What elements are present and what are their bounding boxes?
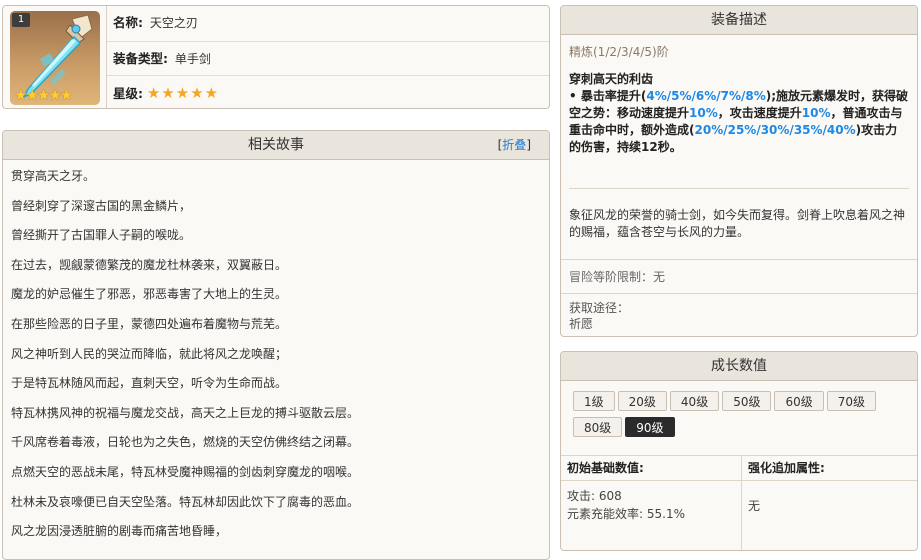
growth-header: 成长数值: [561, 352, 917, 381]
base-stats-header: 初始基础数值:: [561, 456, 741, 481]
story-line: 千风席卷着毒液，日轮也为之失色，燃烧的天空仿佛终结之闭幕。: [11, 435, 360, 450]
base-stats-body: 攻击: 608 元素充能效率: 55.1%: [561, 481, 741, 529]
story-title: 相关故事: [248, 137, 304, 153]
type-label: 装备类型:: [113, 51, 168, 66]
star-icon: ★: [204, 84, 220, 102]
level-button[interactable]: 50级: [722, 391, 772, 411]
star-rating: ★★★★★: [147, 84, 219, 102]
growth-title: 成长数值: [711, 358, 767, 374]
rarity-label: 星级:: [113, 86, 143, 101]
story-line: 贯穿高天之牙。: [11, 169, 96, 183]
star-icon: ★: [175, 84, 191, 102]
story-line: 于是特瓦林随风而起，直刺天空，听令为生命而战。: [11, 376, 288, 391]
story-line: 在过去，觊觎蒙德繁茂的魔龙杜林袭来，双翼蔽日。: [11, 257, 288, 272]
story-line: 在那些险恶的日子里，蒙德四处遍布着魔物与荒芜。: [11, 316, 288, 331]
refinement-label: 精炼(1/2/3/4/5)阶: [569, 45, 669, 59]
image-stars: ★★★★★: [14, 86, 73, 104]
weapon-info-panel: 1 ★★★★★ 名称: 天空之刃 装备类型: 单手剑 星级: ★★★★★: [2, 5, 550, 109]
story-line: 曾经刺穿了深邃古国的黑金鳞片，: [11, 198, 192, 213]
level-limit: 冒险等阶限制：无: [561, 259, 917, 293]
story-header: 相关故事 [折叠]: [3, 131, 549, 160]
passive-name: 穿刺高天的利齿: [569, 72, 654, 86]
lore-text: 象征风龙的荣誉的骑士剑，如今失而复得。剑脊上吹息着风之神的赐福，蕴含苍空与长风的…: [569, 208, 906, 239]
star-icon: ★: [190, 84, 205, 102]
base-stats-column: 初始基础数值: 攻击: 608 元素充能效率: 55.1%: [561, 456, 742, 550]
growth-panel: 成长数值 1级 20级 40级 50级 60级 70级 80级 90级 初始基础数值: 攻击:…: [560, 351, 918, 551]
source-label: 获取途径：: [569, 301, 630, 315]
level-selector: 1级 20级 40级 50级 60级 70级 80级 90级: [561, 381, 917, 443]
acquisition-source: 获取途径： 祈愿: [561, 293, 917, 338]
story-panel: 相关故事 [折叠] 贯穿高天之牙。曾经刺穿了深邃古国的黑金鳞片， 曾经撕开了古国罪…: [2, 130, 550, 560]
attack-stat: 攻击: 608: [567, 489, 622, 503]
name-label: 名称:: [113, 15, 143, 30]
story-line: 风之神听到人民的哭泣而降临，就此将风之龙唤醒；: [11, 346, 288, 361]
story-line: 风之龙因浸透脏腑的剧毒而痛苦地昏睡，: [11, 524, 228, 539]
level-button[interactable]: 1级: [573, 391, 615, 411]
energy-recharge-stat: 元素充能效率: 55.1%: [567, 507, 685, 521]
weapon-name: 天空之刃: [149, 16, 198, 30]
bonus-stats-header: 强化追加属性:: [742, 456, 917, 481]
story-line: 曾经撕开了古国罪人子嗣的喉咙。: [11, 228, 192, 243]
passive-text: • 暴击率提升(4%/5%/6%/7%/8%);施放元素爆发时，获得破空之势：移…: [569, 89, 909, 154]
star-icon: ★: [146, 84, 162, 102]
story-body: 贯穿高天之牙。曾经刺穿了深邃古国的黑金鳞片， 曾经撕开了古国罪人子嗣的喉咙。在过去…: [3, 160, 549, 549]
level-button[interactable]: 40级: [669, 391, 720, 411]
name-row: 名称: 天空之刃: [107, 6, 549, 40]
bonus-stats-column: 强化追加属性: 无: [742, 456, 917, 550]
level-button[interactable]: 90级: [625, 417, 675, 437]
level-button[interactable]: 80级: [573, 417, 623, 437]
description-panel: 装备描述 精炼(1/2/3/4/5)阶 穿刺高天的利齿 • 暴击率提升(4%/5…: [560, 5, 918, 337]
story-line: 杜林未及哀嚎便已自天空坠落。特瓦林却因此饮下了腐毒的恶血。: [11, 494, 360, 509]
level-button[interactable]: 20级: [617, 391, 667, 411]
story-line: 点燃天空的恶战未尾，特瓦林受魔神赐福的剑齿刺穿魔龙的咽喉。: [11, 464, 360, 479]
stats-table: 初始基础数值: 攻击: 608 元素充能效率: 55.1% 强化追加属性: 无: [561, 455, 917, 550]
type-row: 装备类型: 单手剑: [107, 41, 549, 76]
story-line: 特瓦林携风神的祝福与魔龙交战，高天之上巨龙的搏斗驱散云层。: [11, 405, 360, 420]
source-value: 祈愿: [569, 317, 594, 331]
description-header: 装备描述: [561, 6, 917, 35]
story-line: 魔龙的妒忌催生了邪恶，邪恶毒害了大地上的生灵。: [11, 287, 288, 302]
weapon-type: 单手剑: [174, 52, 211, 66]
rarity-row: 星级: ★★★★★: [107, 75, 549, 110]
weapon-image: 1 ★★★★★: [10, 11, 100, 105]
passive-description: 穿刺高天的利齿 • 暴击率提升(4%/5%/6%/7%/8%);施放元素爆发时，…: [561, 61, 917, 156]
bonus-stats-value: 无: [748, 499, 761, 513]
collapse-link[interactable]: 折叠: [502, 138, 526, 152]
story-toggle: [折叠]: [497, 138, 531, 152]
level-button[interactable]: 70级: [826, 391, 877, 411]
level-button[interactable]: 60级: [774, 391, 824, 411]
description-title: 装备描述: [711, 12, 767, 28]
star-icon: ★: [161, 84, 176, 102]
